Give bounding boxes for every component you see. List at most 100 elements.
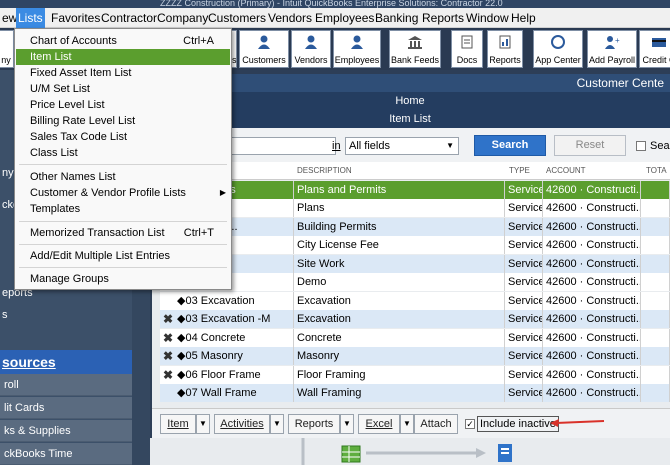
resources-payroll[interactable]: roll	[0, 374, 132, 396]
table-row[interactable]: ✖ ◆03 Excavation -M Excavation Service 42600…	[160, 310, 670, 328]
table-row[interactable]: ity LicenseCity License FeeService42600 …	[160, 236, 670, 254]
spreadsheet-icon	[341, 445, 361, 463]
inactive-x-icon[interactable]: ✖	[162, 310, 174, 328]
report-icon	[497, 35, 513, 49]
table-row[interactable]: ✖ ◆05 Masonry Masonry Service 42600 · Constr…	[160, 347, 670, 365]
item-name-cell: ◆04 Concrete	[174, 329, 294, 347]
bank-icon	[407, 35, 423, 49]
search-button[interactable]: Search	[474, 135, 546, 156]
menu-item-billing-rate-level-list[interactable]: Billing Rate Level List	[16, 113, 230, 129]
toolbar-vendors-button[interactable]: Vendors	[291, 30, 331, 68]
menu-company[interactable]: Company	[155, 8, 210, 28]
table-row[interactable]: lansPlansService42600 · Constructi...	[160, 199, 670, 217]
table-row[interactable]: uilding Per...Building PermitsService426…	[160, 218, 670, 236]
item-name-cell: ◆05 Masonry	[174, 347, 294, 365]
toolbar-reports-button[interactable]: Reports	[487, 30, 523, 68]
table-row[interactable]: ◆07 Wall Frame Wall Framing Service 42600 ·…	[160, 384, 670, 402]
field-select[interactable]: All fields ▼	[345, 137, 459, 155]
item-button[interactable]: Item	[160, 414, 196, 434]
toolbar-employees-button[interactable]: Employees	[333, 30, 381, 68]
toolbar-docs-button[interactable]: Docs	[451, 30, 483, 68]
chevron-down-icon: ▼	[273, 419, 281, 428]
include-inactive-checkbox[interactable]: ✓	[465, 419, 475, 429]
menu-reports[interactable]: Reports	[420, 8, 466, 28]
red-arrow-icon	[550, 419, 605, 427]
type-cell: Service	[505, 292, 543, 310]
excel-dropdown[interactable]: ▼	[400, 414, 414, 434]
include-inactive-label: Include inactive	[477, 416, 559, 432]
menu-item-chart-of-accounts[interactable]: Chart of Accounts Ctrl+A	[16, 33, 230, 49]
excel-button[interactable]: Excel	[358, 414, 400, 434]
toolbar-app-center-button[interactable]: App Center	[533, 30, 583, 68]
menu-favorites[interactable]: Favorites	[49, 8, 102, 28]
credit-card-icon	[651, 35, 667, 49]
resources-checks-supplies[interactable]: ks & Supplies	[0, 420, 132, 442]
menu-employees[interactable]: Employees	[313, 8, 376, 28]
account-cell: 42600 · Constructi...	[543, 329, 641, 347]
left-item-s[interactable]: s	[0, 304, 132, 326]
column-description[interactable]: DESCRIPTION	[297, 166, 352, 175]
menu-item-memorized-transaction-list[interactable]: Memorized Transaction List Ctrl+T	[16, 225, 230, 241]
menu-separator	[19, 244, 227, 245]
menu-banking[interactable]: Banking	[373, 8, 420, 28]
toolbar-bank-feeds-button[interactable]: Bank Feeds	[389, 30, 441, 68]
menu-item-manage-groups[interactable]: Manage Groups	[16, 271, 230, 287]
inactive-x-icon[interactable]: ✖	[162, 347, 174, 365]
activities-button[interactable]: Activities	[214, 414, 270, 434]
reset-button[interactable]: Reset	[554, 135, 626, 156]
table-row[interactable]: and PermitsPlans and PermitsService42600…	[160, 181, 670, 199]
table-row[interactable]: DemoDemoService42600 · Constructi...	[160, 273, 670, 291]
table-row[interactable]: ✖ ◆06 Floor Frame Floor Framing Service 4260…	[160, 366, 670, 384]
menu-vendors[interactable]: Vendors	[266, 8, 314, 28]
table-row[interactable]: orkSite WorkService42600 · Constructi...	[160, 255, 670, 273]
table-row[interactable]: ✖ ◆04 Concrete Concrete Service 42600 · Cons…	[160, 329, 670, 347]
inactive-x-icon[interactable]: ✖	[162, 366, 174, 384]
menu-item-templates[interactable]: Templates	[16, 201, 230, 217]
menu-item-fixed-asset-item-list[interactable]: Fixed Asset Item List	[16, 65, 230, 81]
menu-item-item-list[interactable]: Item List	[16, 49, 230, 65]
menu-item-add-edit-multiple-list-entries[interactable]: Add/Edit Multiple List Entries	[16, 248, 230, 264]
menu-item-sales-tax-code-list[interactable]: Sales Tax Code List	[16, 129, 230, 145]
toolbar-partial-or: or	[2, 48, 12, 59]
menu-window[interactable]: Window	[464, 8, 511, 28]
menu-item-other-names-list[interactable]: Other Names List	[16, 169, 230, 185]
type-cell: Service	[505, 366, 543, 384]
menu-help[interactable]: Help	[509, 8, 538, 28]
menu-contractor[interactable]: Contractor	[99, 8, 159, 28]
search-input[interactable]	[230, 137, 336, 155]
column-type[interactable]: TYPE	[509, 166, 530, 175]
resources-header[interactable]: sources	[0, 350, 132, 374]
toolbar-credit-button[interactable]: Credit C	[639, 30, 670, 68]
chevron-down-icon: ▼	[446, 141, 454, 150]
account-cell: 42600 · Constructi...	[543, 218, 641, 236]
resources-quickbooks-time[interactable]: ckBooks Time	[0, 443, 132, 465]
description-cell: Demo	[294, 273, 505, 291]
inactive-x-icon[interactable]: ✖	[162, 329, 174, 347]
menu-item-um-set-list[interactable]: U/M Set List	[16, 81, 230, 97]
account-cell: 42600 · Constructi...	[543, 310, 641, 328]
menu-item-class-list[interactable]: Class List	[16, 145, 230, 161]
total-cell	[641, 255, 670, 273]
toolbar-customers-button[interactable]: Customers	[239, 30, 289, 68]
search-checkbox-label: Sear	[650, 140, 670, 152]
menu-item-price-level-list[interactable]: Price Level List	[16, 97, 230, 113]
column-account[interactable]: ACCOUNT	[546, 166, 586, 175]
activities-dropdown[interactable]: ▼	[270, 414, 284, 434]
menu-customers[interactable]: Customers	[206, 8, 268, 28]
total-cell	[641, 236, 670, 254]
toolbar-add-payroll-button[interactable]: + Add Payroll	[587, 30, 637, 68]
menu-item-customer-vendor-profile-lists[interactable]: Customer & Vendor Profile Lists ▶	[16, 185, 230, 201]
type-cell: Service	[505, 329, 543, 347]
chevron-down-icon: ▼	[403, 419, 411, 428]
column-total[interactable]: TOTA	[646, 166, 667, 175]
menu-separator	[19, 267, 227, 268]
table-row[interactable]: ◆03 Excavation Excavation Service 42600 · C…	[160, 292, 670, 310]
resources-credit-cards[interactable]: lit Cards	[0, 397, 132, 419]
reports-dropdown[interactable]: ▼	[340, 414, 354, 434]
reports-button[interactable]: Reports	[288, 414, 340, 434]
item-dropdown[interactable]: ▼	[196, 414, 210, 434]
menu-lists[interactable]: Lists	[16, 8, 45, 28]
search-checkbox[interactable]	[636, 141, 646, 151]
title-bar: ZZZZ Construction (Primary) - Intuit Qui…	[0, 0, 670, 8]
attach-button[interactable]: Attach	[414, 414, 458, 434]
